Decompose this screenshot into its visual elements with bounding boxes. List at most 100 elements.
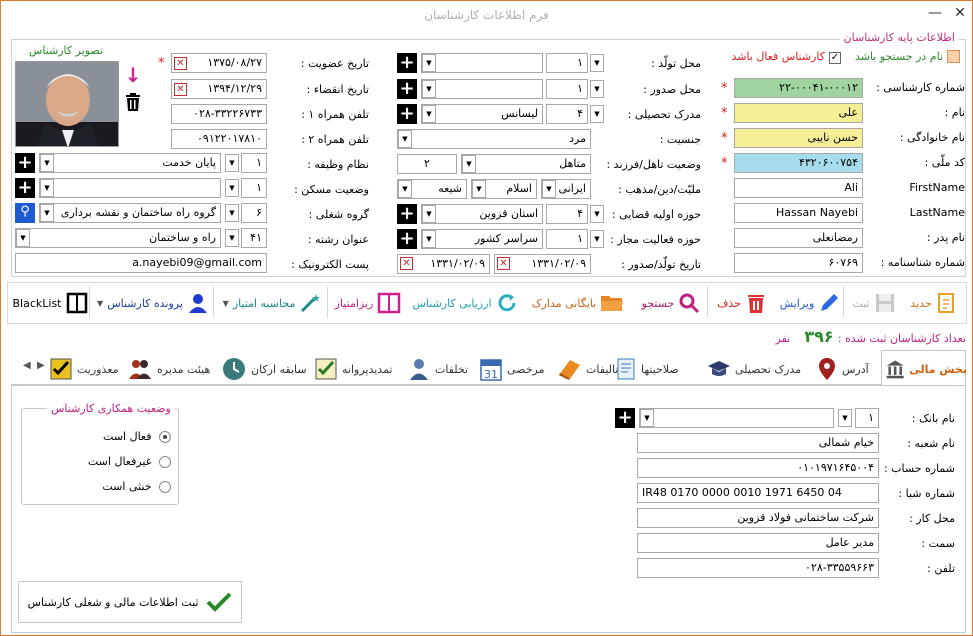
search-name-checkbox[interactable] bbox=[947, 50, 960, 63]
calc-points-button[interactable]: ▼ محاسبه امتیاز bbox=[217, 283, 327, 323]
add-birth-place-button[interactable]: + bbox=[397, 53, 417, 73]
firstname-field[interactable]: Ali bbox=[734, 178, 863, 198]
active-checkbox[interactable]: ✓ bbox=[829, 52, 841, 64]
chevron-down-icon[interactable]: ▼ bbox=[590, 105, 604, 123]
tab-finance-content[interactable]: بخش مالی bbox=[885, 351, 967, 387]
issue-place-select[interactable] bbox=[421, 79, 543, 99]
field-select[interactable]: راه و ساختمان bbox=[15, 228, 221, 248]
coop-option-inactive[interactable]: غیرفعال است bbox=[51, 455, 171, 468]
birth-place-select[interactable] bbox=[421, 53, 543, 73]
duty-code[interactable]: ۱ bbox=[241, 153, 267, 173]
clear-icon[interactable]: ✕ bbox=[174, 57, 187, 70]
housing-code[interactable]: ۱ bbox=[241, 178, 267, 198]
father-field[interactable]: رمضانعلی bbox=[734, 228, 863, 248]
add-degree-button[interactable]: + bbox=[397, 104, 417, 124]
chevron-down-icon[interactable]: ▼ bbox=[590, 80, 604, 98]
chevron-down-icon[interactable]: ▼ bbox=[225, 204, 239, 222]
lastname-field[interactable]: Hassan Nayebi bbox=[734, 203, 863, 223]
delete-button[interactable]: حذف bbox=[711, 283, 773, 323]
expert-file-button[interactable]: ▼ پرونده کارشناس bbox=[93, 283, 213, 323]
trash-icon[interactable] bbox=[125, 93, 141, 111]
submit-finance-button[interactable]: ثبت اطلاعات مالی و شغلی کارشناس bbox=[18, 581, 242, 623]
tab-license-renewal[interactable]: تمدیدپروانه bbox=[314, 351, 393, 387]
clear-icon[interactable]: ✕ bbox=[174, 83, 187, 96]
chevron-down-icon[interactable]: ▼ bbox=[225, 229, 239, 247]
degree-code[interactable]: ۴ bbox=[546, 104, 588, 124]
jurisdiction-select[interactable]: استان قزوین bbox=[421, 204, 543, 224]
chevron-down-icon[interactable]: ▼ bbox=[590, 205, 604, 223]
tab-degree[interactable]: مدرک تحصیلی bbox=[707, 351, 801, 387]
clear-icon[interactable]: ✕ bbox=[497, 257, 510, 270]
tab-address[interactable]: آدرس bbox=[816, 351, 869, 387]
job-group-code[interactable]: ۶ bbox=[241, 203, 267, 223]
tab-history[interactable]: سابقه ارکان bbox=[221, 351, 307, 387]
chevron-down-icon[interactable]: ▼ bbox=[225, 154, 239, 172]
birth-place-code[interactable]: ۱ bbox=[546, 53, 588, 73]
field-code[interactable]: ۴۱ bbox=[241, 228, 267, 248]
duty-select[interactable]: پایان خدمت bbox=[39, 153, 221, 173]
add-bank-button[interactable]: + bbox=[615, 408, 635, 428]
chevron-down-icon[interactable]: ▼ bbox=[225, 179, 239, 197]
gender-select[interactable]: مرد bbox=[397, 129, 591, 149]
expert-photo[interactable] bbox=[15, 61, 119, 147]
chevron-down-icon[interactable]: ▼ bbox=[40, 154, 54, 172]
tab-leave[interactable]: 31 مرخصی bbox=[479, 351, 544, 387]
add-duty-button[interactable]: + bbox=[15, 153, 35, 173]
tab-qualifications[interactable]: صلاحیتها bbox=[615, 351, 679, 387]
name-field[interactable]: علی bbox=[734, 103, 863, 123]
evaluate-button[interactable]: ارزیابی کارشناس bbox=[409, 283, 521, 323]
chevron-down-icon[interactable]: ▼ bbox=[422, 54, 436, 72]
work-field[interactable]: شرکت ساختمانی فولاد قزوین bbox=[637, 508, 879, 528]
housing-select[interactable] bbox=[39, 178, 221, 198]
archive-button[interactable]: بایگانی مدارک bbox=[525, 283, 631, 323]
email-field[interactable]: a.nayebi09@gmail.com bbox=[15, 253, 267, 273]
job-group-select[interactable]: گروه راه ساختمان و نقشه برداری bbox=[39, 203, 221, 223]
coop-option-neutral[interactable]: خنثی است bbox=[51, 480, 171, 493]
chevron-down-icon[interactable]: ▼ bbox=[542, 180, 556, 198]
chevron-down-icon[interactable]: ▼ bbox=[462, 155, 476, 173]
mobile1-field[interactable]: ۰۲۸-۳۳۲۲۶۷۳۳ bbox=[171, 104, 267, 124]
sheba-field[interactable]: IR48 0170 0000 0010 1971 6450 04 bbox=[637, 483, 879, 503]
add-housing-button[interactable]: + bbox=[15, 178, 35, 198]
minimize-button[interactable]: — bbox=[926, 5, 944, 25]
chevron-down-icon[interactable]: ▼ bbox=[590, 230, 604, 248]
degree-select[interactable]: لیسانس bbox=[421, 104, 543, 124]
add-jurisdiction-button[interactable]: + bbox=[397, 204, 417, 224]
marital-select[interactable]: متاهل bbox=[461, 154, 591, 174]
edit-button[interactable]: ویرایش bbox=[777, 283, 843, 323]
phone-field[interactable]: ۰۲۸-۳۳۵۵۹۶۶۳ bbox=[637, 558, 879, 578]
chevron-down-icon[interactable]: ▼ bbox=[40, 204, 54, 222]
chevron-down-icon[interactable]: ▼ bbox=[472, 180, 486, 198]
account-field[interactable]: ۰۱۰۱۹۷۱۶۴۵۰۰۴ bbox=[637, 458, 879, 478]
chevron-down-icon[interactable]: ▼ bbox=[398, 130, 412, 148]
issue-place-code[interactable]: ۱ bbox=[546, 79, 588, 99]
blacklist-button[interactable]: BlackList bbox=[11, 283, 89, 323]
close-button[interactable]: ✕ bbox=[951, 5, 969, 25]
children-field[interactable]: ۲ bbox=[397, 154, 457, 174]
chevron-down-icon[interactable]: ▼ bbox=[398, 180, 412, 198]
national-code-field[interactable]: ۴۳۲۰۶۰۰۷۵۴ bbox=[734, 153, 863, 173]
family-field[interactable]: حسن نایبی bbox=[734, 128, 863, 148]
tab-excuse[interactable]: معذوریت bbox=[49, 351, 118, 387]
mobile2-field[interactable]: ۰۹۱۲۲۰۱۷۸۱۰ bbox=[171, 129, 267, 149]
chevron-down-icon[interactable]: ▼ bbox=[422, 230, 436, 248]
clear-icon[interactable]: ✕ bbox=[400, 257, 413, 270]
search-icon[interactable]: ⚲ bbox=[15, 203, 35, 223]
activity-select[interactable]: سراسر کشور bbox=[421, 229, 543, 249]
position-field[interactable]: مدیر عامل bbox=[637, 533, 879, 553]
branch-field[interactable]: خیام شمالی bbox=[637, 433, 879, 453]
coop-option-active[interactable]: فعال است bbox=[51, 430, 171, 443]
jurisdiction-code[interactable]: ۴ bbox=[546, 204, 588, 224]
new-button[interactable]: جدید bbox=[905, 283, 963, 323]
search-button[interactable]: جستجو bbox=[635, 283, 707, 323]
tab-publications[interactable]: تالیفات bbox=[556, 351, 618, 387]
chevron-down-icon[interactable]: ▼ bbox=[838, 409, 852, 427]
chevron-down-icon[interactable]: ▼ bbox=[40, 179, 54, 197]
points-button[interactable]: ریزامتیاز bbox=[331, 283, 405, 323]
radio-button[interactable] bbox=[159, 456, 171, 468]
activity-code[interactable]: ۱ bbox=[546, 229, 588, 249]
add-issue-place-button[interactable]: + bbox=[397, 79, 417, 99]
expert-no-field[interactable]: ۲۲-۰۰۰۴۱-۰۰۰۱۲ bbox=[734, 78, 863, 98]
radio-button[interactable] bbox=[159, 481, 171, 493]
radio-button[interactable] bbox=[159, 431, 171, 443]
